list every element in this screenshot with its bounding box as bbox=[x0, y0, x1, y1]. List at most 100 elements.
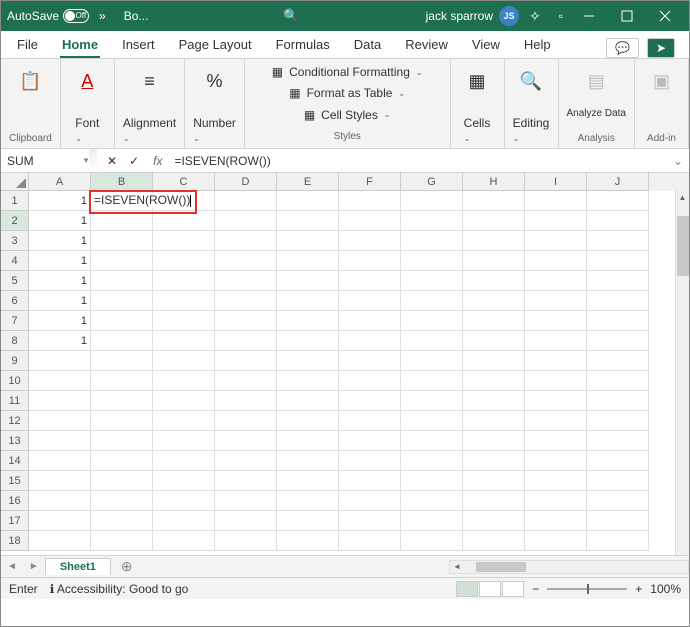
namebox-dropdown-icon[interactable]: ▼ bbox=[82, 156, 90, 165]
horizontal-scrollbar[interactable]: ◄ bbox=[449, 560, 689, 574]
accessibility-status[interactable]: ℹ Accessibility: Good to go bbox=[50, 582, 189, 596]
cell[interactable] bbox=[401, 371, 463, 391]
search-area[interactable]: 🔍 bbox=[156, 8, 425, 24]
cell[interactable] bbox=[339, 511, 401, 531]
column-header[interactable]: G bbox=[401, 173, 463, 191]
column-header[interactable]: J bbox=[587, 173, 649, 191]
cell[interactable]: 1 bbox=[29, 291, 91, 311]
cell[interactable] bbox=[153, 351, 215, 371]
ribbon-mode-icon[interactable]: ▫ bbox=[559, 9, 563, 23]
page-layout-view-button[interactable] bbox=[479, 581, 501, 597]
cell[interactable] bbox=[153, 251, 215, 271]
maximize-button[interactable] bbox=[609, 3, 645, 29]
cell[interactable] bbox=[339, 371, 401, 391]
cell[interactable] bbox=[29, 471, 91, 491]
column-header[interactable]: D bbox=[215, 173, 277, 191]
cell[interactable] bbox=[91, 531, 153, 551]
expand-formula-bar-icon[interactable]: ⌄ bbox=[667, 154, 689, 168]
cell[interactable] bbox=[587, 211, 649, 231]
cell[interactable] bbox=[463, 311, 525, 331]
cell[interactable] bbox=[525, 531, 587, 551]
cell[interactable] bbox=[525, 231, 587, 251]
cell[interactable] bbox=[401, 291, 463, 311]
cell[interactable] bbox=[401, 531, 463, 551]
cell[interactable] bbox=[277, 391, 339, 411]
cell[interactable] bbox=[215, 351, 277, 371]
premium-icon[interactable]: ✧ bbox=[529, 8, 541, 25]
cell[interactable]: 1 bbox=[29, 231, 91, 251]
zoom-level[interactable]: 100% bbox=[650, 582, 681, 596]
cell[interactable] bbox=[587, 191, 649, 211]
cell[interactable] bbox=[401, 311, 463, 331]
cell[interactable] bbox=[91, 291, 153, 311]
cell[interactable] bbox=[91, 251, 153, 271]
cell[interactable] bbox=[153, 531, 215, 551]
minimize-button[interactable] bbox=[571, 3, 607, 29]
vertical-scrollbar[interactable]: ▲ bbox=[675, 191, 689, 555]
cell[interactable] bbox=[525, 291, 587, 311]
cell[interactable] bbox=[91, 331, 153, 351]
cell[interactable] bbox=[401, 231, 463, 251]
cell[interactable] bbox=[153, 391, 215, 411]
cell[interactable] bbox=[339, 491, 401, 511]
cell[interactable] bbox=[91, 391, 153, 411]
cell[interactable] bbox=[277, 211, 339, 231]
cell[interactable] bbox=[587, 311, 649, 331]
cell[interactable] bbox=[91, 511, 153, 531]
cell[interactable] bbox=[215, 191, 277, 211]
column-header[interactable]: H bbox=[463, 173, 525, 191]
cell[interactable] bbox=[215, 211, 277, 231]
cell[interactable] bbox=[463, 351, 525, 371]
cell[interactable]: 1 bbox=[29, 311, 91, 331]
group-clipboard[interactable]: 📋 Clipboard bbox=[1, 59, 61, 148]
sheet-tab[interactable]: Sheet1 bbox=[45, 558, 111, 575]
cell[interactable] bbox=[91, 211, 153, 231]
cell[interactable] bbox=[29, 371, 91, 391]
cell[interactable] bbox=[91, 471, 153, 491]
comments-button[interactable]: 💬 bbox=[606, 38, 639, 58]
cell[interactable] bbox=[463, 291, 525, 311]
cell[interactable] bbox=[339, 211, 401, 231]
cell[interactable] bbox=[277, 291, 339, 311]
row-header[interactable]: 5 bbox=[1, 271, 29, 291]
zoom-in-button[interactable]: + bbox=[635, 582, 642, 596]
sheet-nav-next-icon[interactable]: ► bbox=[23, 561, 45, 572]
cell[interactable] bbox=[215, 251, 277, 271]
cell[interactable] bbox=[277, 411, 339, 431]
cell[interactable] bbox=[401, 491, 463, 511]
cell[interactable] bbox=[463, 411, 525, 431]
cell[interactable] bbox=[153, 451, 215, 471]
cell[interactable] bbox=[215, 411, 277, 431]
cell[interactable] bbox=[525, 351, 587, 371]
cell[interactable] bbox=[463, 531, 525, 551]
cell[interactable] bbox=[91, 451, 153, 471]
row-header[interactable]: 7 bbox=[1, 311, 29, 331]
cell[interactable] bbox=[525, 431, 587, 451]
cell[interactable] bbox=[277, 471, 339, 491]
cell[interactable] bbox=[401, 471, 463, 491]
cell[interactable]: 1 bbox=[29, 211, 91, 231]
cell[interactable] bbox=[153, 371, 215, 391]
cell[interactable] bbox=[277, 491, 339, 511]
cell[interactable] bbox=[29, 391, 91, 411]
cell[interactable] bbox=[277, 191, 339, 211]
cell[interactable] bbox=[277, 331, 339, 351]
cancel-formula-button[interactable]: ✕ bbox=[107, 154, 117, 168]
row-header[interactable]: 9 bbox=[1, 351, 29, 371]
cell[interactable] bbox=[153, 411, 215, 431]
cell[interactable] bbox=[215, 231, 277, 251]
cell[interactable] bbox=[339, 291, 401, 311]
sheet-nav-prev-icon[interactable]: ◄ bbox=[1, 561, 23, 572]
cell[interactable] bbox=[29, 351, 91, 371]
cell[interactable] bbox=[525, 251, 587, 271]
cell[interactable] bbox=[339, 351, 401, 371]
cell[interactable] bbox=[525, 511, 587, 531]
select-all-corner[interactable] bbox=[1, 173, 29, 191]
cell[interactable] bbox=[401, 251, 463, 271]
cell[interactable] bbox=[215, 431, 277, 451]
row-header[interactable]: 3 bbox=[1, 231, 29, 251]
cell[interactable] bbox=[277, 351, 339, 371]
cell[interactable] bbox=[339, 271, 401, 291]
cell[interactable] bbox=[277, 511, 339, 531]
cell[interactable] bbox=[29, 451, 91, 471]
